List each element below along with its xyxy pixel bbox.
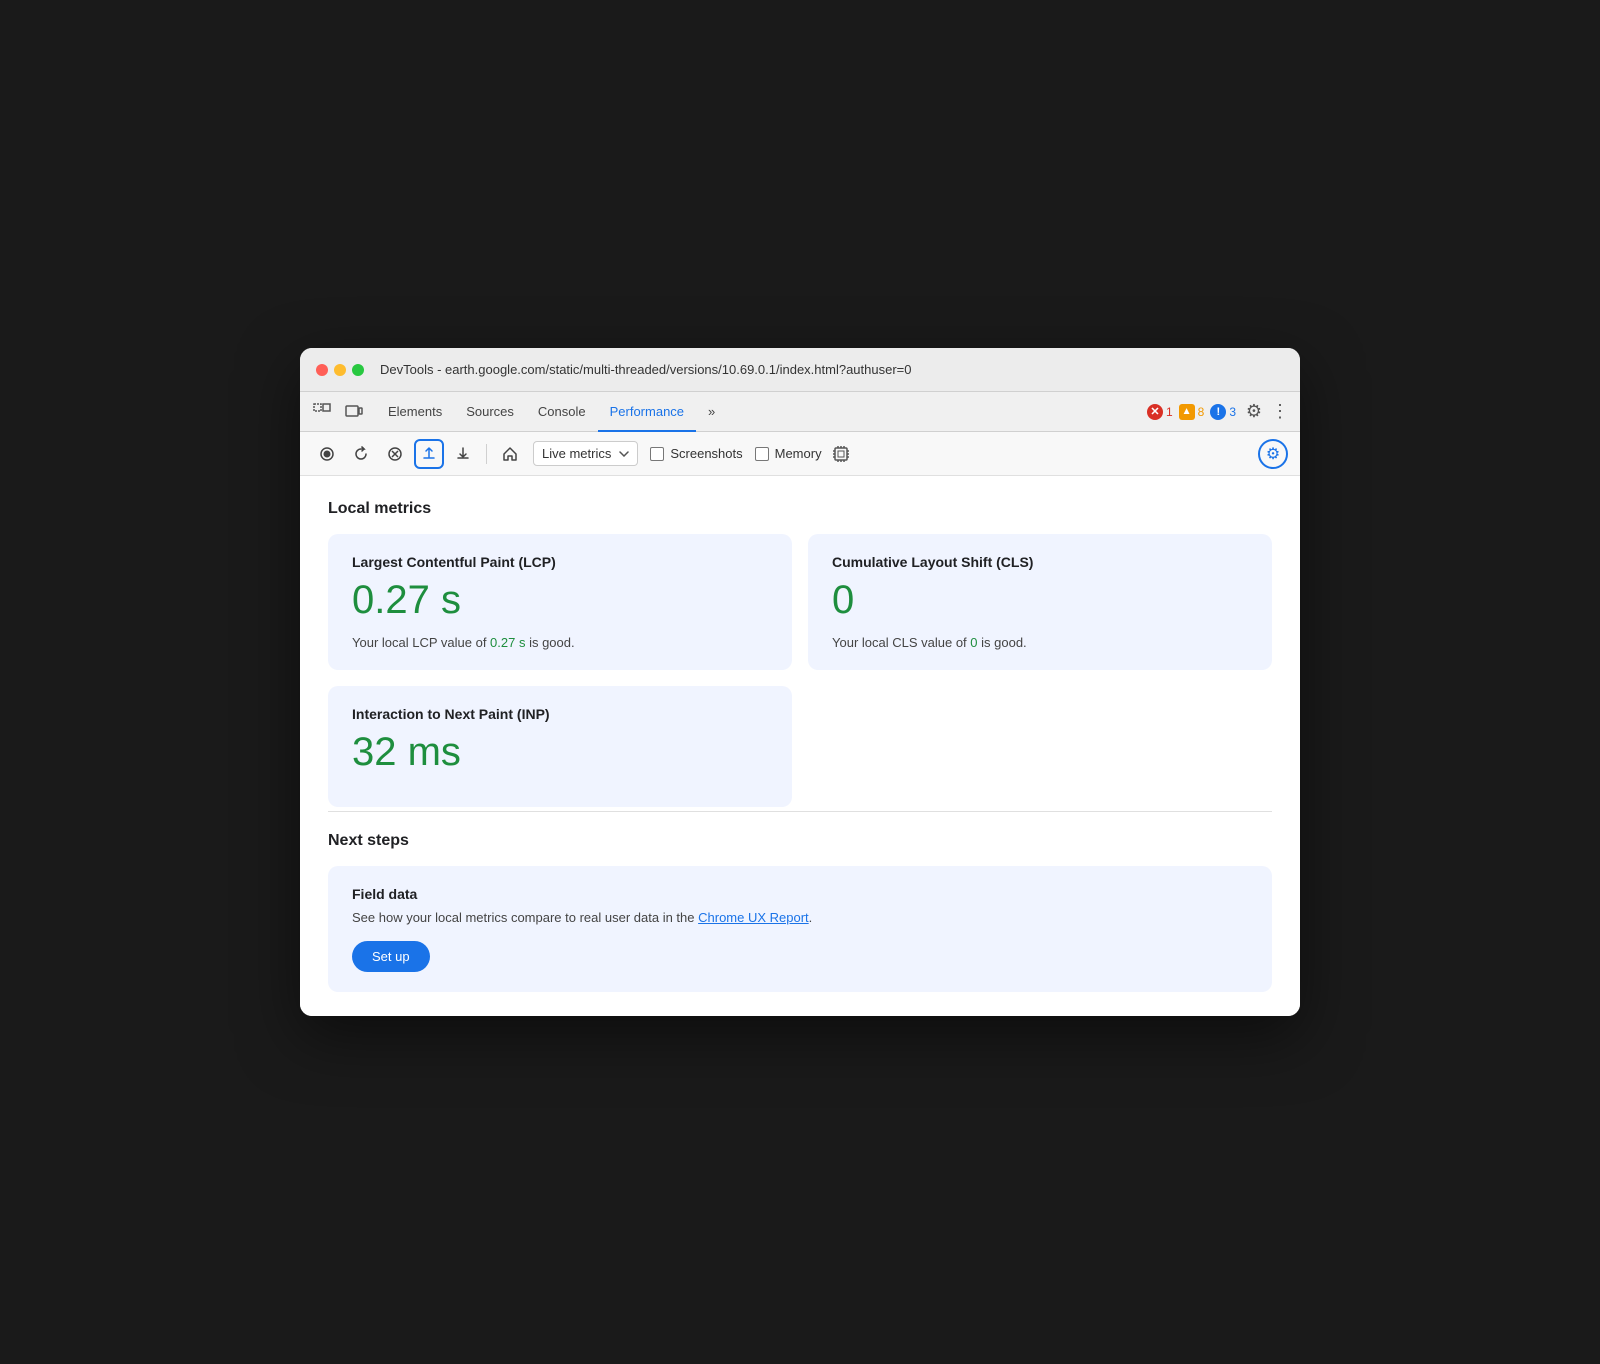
memory-checkbox-box[interactable]	[755, 447, 769, 461]
tab-sources[interactable]: Sources	[454, 392, 526, 432]
devtools-settings-button[interactable]: ⚙	[1240, 398, 1268, 426]
lcp-value: 0.27 s	[352, 578, 768, 623]
badge-group: ✕ 1 ▲ 8 ! 3	[1147, 404, 1236, 420]
download-button[interactable]	[448, 439, 478, 469]
lcp-desc: Your local LCP value of 0.27 s is good.	[352, 635, 768, 650]
tab-more[interactable]: »	[696, 392, 727, 432]
error-badge[interactable]: ✕ 1	[1147, 404, 1173, 420]
performance-toolbar: Live metrics Screenshots Memory	[300, 432, 1300, 476]
cls-desc: Your local CLS value of 0 is good.	[832, 635, 1248, 650]
field-data-title: Field data	[352, 886, 1248, 902]
field-data-desc: See how your local metrics compare to re…	[352, 910, 1248, 925]
close-button[interactable]	[316, 364, 328, 376]
reload-button[interactable]	[346, 439, 376, 469]
performance-settings-button[interactable]: ⚙	[1258, 439, 1288, 469]
devtools-more-button[interactable]: ⋮	[1268, 398, 1292, 426]
window-title: DevTools - earth.google.com/static/multi…	[380, 362, 911, 377]
lcp-label: Largest Contentful Paint (LCP)	[352, 554, 768, 570]
performance-content: Local metrics Largest Contentful Paint (…	[300, 476, 1300, 1016]
cls-card: Cumulative Layout Shift (CLS) 0 Your loc…	[808, 534, 1272, 670]
live-metrics-dropdown[interactable]: Live metrics	[533, 441, 638, 466]
lcp-card: Largest Contentful Paint (LCP) 0.27 s Yo…	[328, 534, 792, 670]
inspect-icon-button[interactable]	[308, 398, 336, 426]
next-steps-section: Next steps Field data See how your local…	[328, 811, 1272, 992]
cpu-icon	[830, 443, 852, 465]
info-icon: !	[1210, 404, 1226, 420]
record-button[interactable]	[312, 439, 342, 469]
error-icon: ✕	[1147, 404, 1163, 420]
home-button[interactable]	[495, 439, 525, 469]
screenshots-checkbox-box[interactable]	[650, 447, 664, 461]
inp-card: Interaction to Next Paint (INP) 32 ms	[328, 686, 792, 807]
minimize-button[interactable]	[334, 364, 346, 376]
memory-checkbox[interactable]: Memory	[755, 446, 822, 461]
tab-elements[interactable]: Elements	[376, 392, 454, 432]
info-badge[interactable]: ! 3	[1210, 404, 1236, 420]
inp-label: Interaction to Next Paint (INP)	[352, 706, 768, 722]
cls-label: Cumulative Layout Shift (CLS)	[832, 554, 1248, 570]
warning-icon: ▲	[1179, 404, 1195, 420]
warning-badge[interactable]: ▲ 8	[1179, 404, 1205, 420]
tab-console[interactable]: Console	[526, 392, 598, 432]
upload-button[interactable]	[414, 439, 444, 469]
chrome-ux-report-link[interactable]: Chrome UX Report	[698, 910, 809, 925]
local-metrics-title: Local metrics	[328, 500, 1272, 518]
devtools-tab-bar: Elements Sources Console Performance » ✕…	[300, 392, 1300, 432]
screenshots-checkbox[interactable]: Screenshots	[650, 446, 742, 461]
setup-button[interactable]: Set up	[352, 941, 430, 972]
traffic-lights	[316, 364, 364, 376]
metrics-grid: Largest Contentful Paint (LCP) 0.27 s Yo…	[328, 534, 1272, 670]
devtools-window: DevTools - earth.google.com/static/multi…	[300, 348, 1300, 1016]
inp-value: 32 ms	[352, 730, 768, 775]
cls-value: 0	[832, 578, 1248, 623]
tab-performance[interactable]: Performance	[598, 392, 696, 432]
inp-card-wrapper: Interaction to Next Paint (INP) 32 ms	[328, 686, 792, 807]
next-steps-title: Next steps	[328, 832, 1272, 850]
maximize-button[interactable]	[352, 364, 364, 376]
clear-button[interactable]	[380, 439, 410, 469]
device-toggle-button[interactable]	[340, 398, 368, 426]
field-data-card: Field data See how your local metrics co…	[328, 866, 1272, 992]
title-bar: DevTools - earth.google.com/static/multi…	[300, 348, 1300, 392]
tab-icons	[308, 398, 368, 426]
toolbar-divider	[486, 444, 487, 464]
local-metrics-section: Local metrics Largest Contentful Paint (…	[328, 500, 1272, 807]
